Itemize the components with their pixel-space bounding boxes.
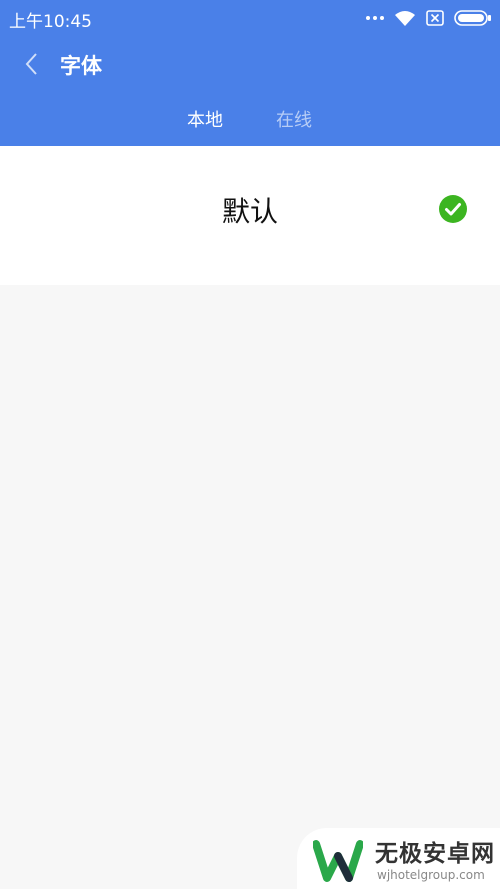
- more-dots-icon: [366, 16, 384, 20]
- back-button[interactable]: [16, 48, 46, 80]
- tab-online[interactable]: 在线: [276, 106, 312, 132]
- tab-local[interactable]: 本地: [187, 106, 223, 132]
- check-circle-icon: [439, 195, 467, 223]
- font-name: 默认: [221, 195, 278, 228]
- watermark: 无极安卓网 wjhotelgroup.com: [297, 828, 500, 889]
- brand-logo-icon: [313, 840, 363, 882]
- watermark-brand: 无极安卓网: [375, 841, 495, 867]
- status-time: 上午10:45: [9, 12, 92, 32]
- status-bar: 上午10:45: [0, 0, 500, 36]
- page-title: 字体: [60, 54, 102, 78]
- watermark-url: wjhotelgroup.com: [377, 868, 485, 882]
- status-icons: [366, 8, 492, 28]
- app-header: 上午10:45 字体 本地 在线: [0, 0, 500, 146]
- wifi-icon: [395, 10, 415, 26]
- font-list-item[interactable]: 默认: [0, 146, 500, 285]
- battery-icon: [454, 10, 491, 26]
- chevron-left-icon: [25, 53, 37, 75]
- tab-bar: 本地 在线: [0, 100, 500, 140]
- no-sim-icon: [426, 10, 444, 26]
- title-bar: 字体: [0, 44, 500, 84]
